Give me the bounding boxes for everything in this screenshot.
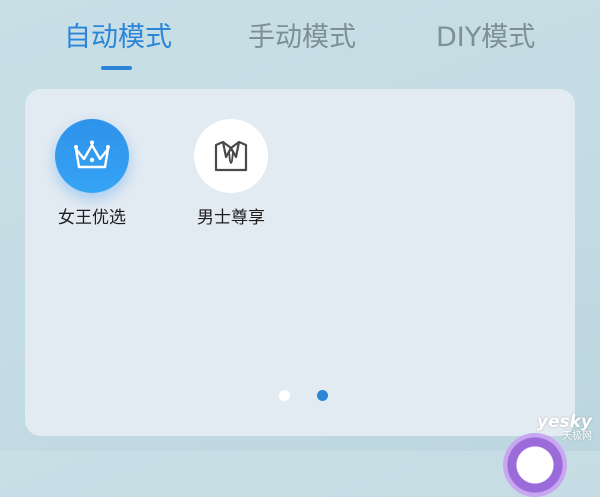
- tab-diy-mode[interactable]: DIY模式: [436, 20, 535, 56]
- mode-item-queen[interactable]: 女王优选: [37, 119, 147, 234]
- mode-label-queen: 女王优选: [58, 208, 126, 228]
- active-tab-indicator: [101, 66, 132, 70]
- page-dot-2[interactable]: [317, 390, 328, 401]
- mode-tab-bar: 自动模式 手动模式 DIY模式: [0, 0, 600, 80]
- watermark-logo: yesky 天极网: [532, 413, 592, 447]
- tab-auto-mode[interactable]: 自动模式: [64, 20, 172, 56]
- suit-tie-icon: [214, 140, 248, 172]
- mode-panel: 女王优选 男士尊享: [25, 89, 575, 436]
- mode-label-men: 男士尊享: [197, 208, 265, 228]
- crown-icon: [74, 140, 110, 169]
- mode-button-queen[interactable]: [55, 119, 129, 193]
- watermark-cn: 天极网: [562, 431, 592, 442]
- mode-button-men[interactable]: [194, 119, 268, 193]
- page-indicator: [25, 386, 575, 406]
- tab-manual-mode[interactable]: 手动模式: [248, 20, 356, 56]
- watermark-latin: yesky: [536, 412, 592, 432]
- page-dot-1[interactable]: [279, 390, 290, 401]
- mode-item-men[interactable]: 男士尊享: [176, 119, 286, 234]
